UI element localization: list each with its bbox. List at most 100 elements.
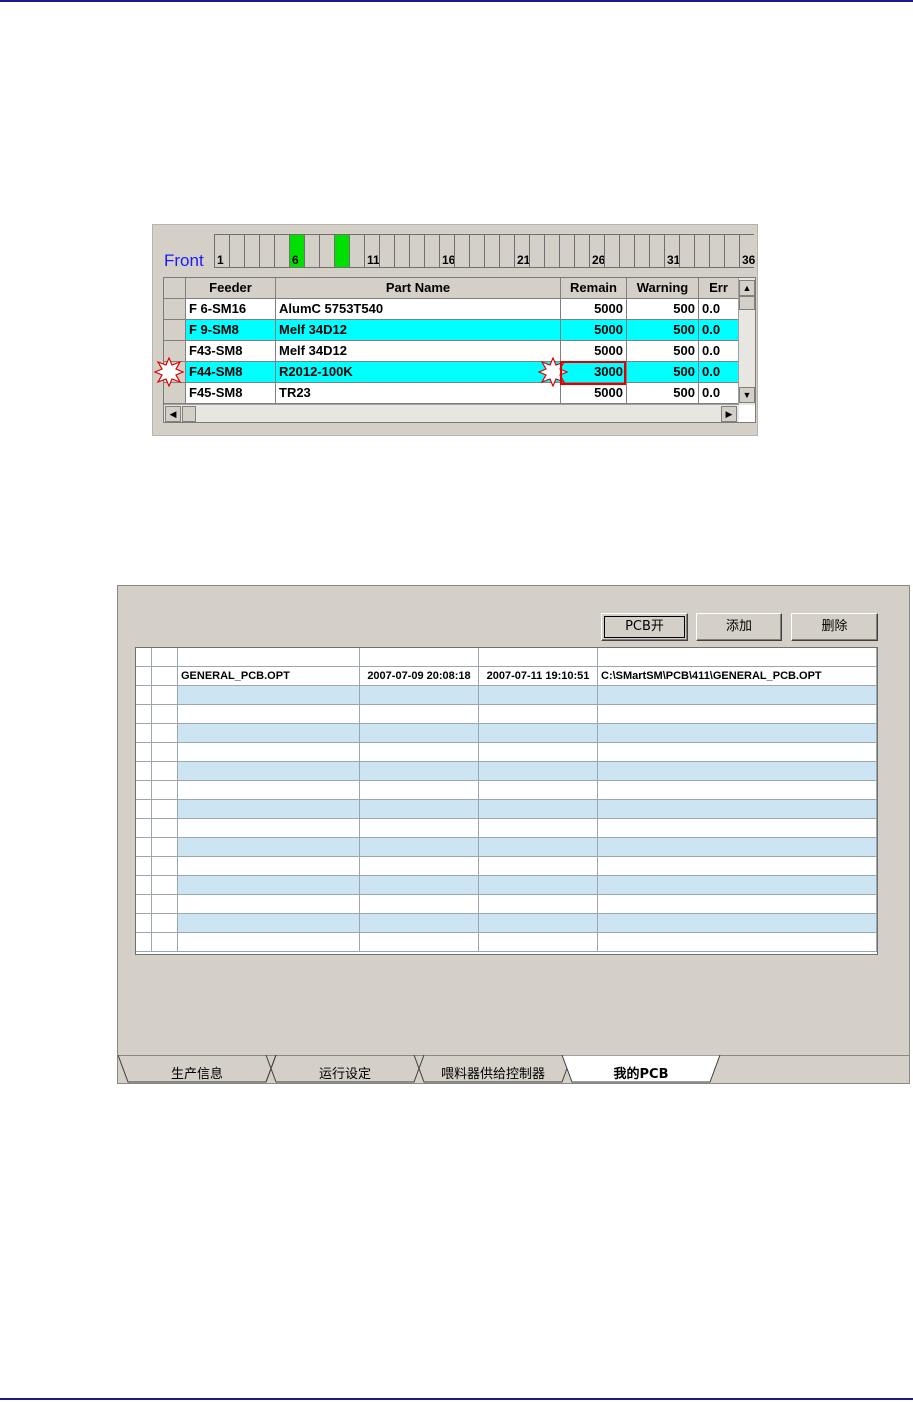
pcb-row[interactable]: 13 [136,895,877,914]
pcb-cell-registered[interactable] [360,857,479,876]
pcb-cell-access[interactable] [479,705,598,724]
pcb-cell-file[interactable] [178,914,360,933]
pcb-cell-file[interactable] [178,686,360,705]
pcb-row-number[interactable]: 10 [152,838,178,857]
pcb-row[interactable]: 15 [136,933,877,952]
feeder-slot-36[interactable]: 36 [739,234,755,268]
col-header-remain[interactable]: Remain [561,278,627,299]
pcb-cell-access[interactable] [479,781,598,800]
feeder-slot-20[interactable] [499,234,514,268]
pcb-row-number[interactable]: 2 [152,686,178,705]
scroll-right-icon[interactable]: ▶ [721,406,737,422]
pcb-cell-access[interactable] [479,743,598,762]
feeder-cell-warning[interactable]: 500 [627,383,699,404]
feeder-row[interactable]: F 9-SM8 Melf 34D12 5000 500 0.0 [164,320,739,341]
pcb-cell-info[interactable] [598,914,877,933]
pcb-cell-file[interactable] [178,724,360,743]
feeder-cell-part[interactable]: AlumC 5753T540 [276,299,561,320]
scroll-left-icon[interactable]: ◀ [165,406,181,422]
pcb-cell-registered[interactable]: 2007-07-09 20:08:18 [360,667,479,686]
pcb-row-number[interactable]: 14 [152,914,178,933]
feeder-cell-feeder[interactable]: F44-SM8 [186,362,276,383]
pcb-cell-file[interactable] [178,743,360,762]
feeder-cell-part[interactable]: TR23 [276,383,561,404]
feeder-slot-25[interactable] [574,234,589,268]
col-header-registered-time[interactable]: Registered Time [360,648,479,667]
pcb-cell-info[interactable] [598,781,877,800]
hscroll-thumb[interactable] [182,406,196,422]
feeder-slot-17[interactable] [454,234,469,268]
feeder-slot-5[interactable] [274,234,289,268]
pcb-cell-access[interactable] [479,724,598,743]
feeder-slot-22[interactable] [529,234,544,268]
feeder-slot-16[interactable]: 16 [439,234,455,268]
feeder-slot-23[interactable] [544,234,559,268]
col-header-part-name[interactable]: Part Name [276,278,561,299]
pcb-cell-file[interactable] [178,933,360,952]
feeder-cell-feeder[interactable]: F45-SM8 [186,383,276,404]
current-row-indicator-icon[interactable]: ▶ [136,667,152,686]
pcb-cell-info[interactable] [598,895,877,914]
feeder-row[interactable]: F43-SM8 Melf 34D12 5000 500 0.0 [164,341,739,362]
feeder-cell-err[interactable]: 0.0 [699,383,739,404]
pcb-row-number[interactable]: 3 [152,705,178,724]
feeder-cell-part[interactable]: Melf 34D12 [276,320,561,341]
feeder-slot-15[interactable] [424,234,439,268]
add-button[interactable]: 添加 [696,613,782,641]
feeder-horizontal-scrollbar[interactable]: ◀ ▶ [164,404,739,422]
pcb-row[interactable]: 5 [136,743,877,762]
pcb-cell-file[interactable] [178,838,360,857]
pcb-cell-info[interactable] [598,724,877,743]
pcb-row-number[interactable]: 8 [152,800,178,819]
feeder-slot-4[interactable] [259,234,274,268]
feeder-vertical-scrollbar[interactable]: ▲ ▼ [738,278,755,405]
pcb-cell-access[interactable] [479,819,598,838]
feeder-cell-err[interactable]: 0.0 [699,320,739,341]
row-indicator[interactable] [136,914,152,933]
row-indicator[interactable] [136,819,152,838]
feeder-cell-err[interactable]: 0.0 [699,362,739,383]
feeder-slot-3[interactable] [244,234,259,268]
pcb-row-number[interactable]: 4 [152,724,178,743]
col-header-access-time[interactable]: Access Time [479,648,598,667]
pcb-cell-registered[interactable] [360,933,479,952]
pcb-cell-file[interactable] [178,876,360,895]
pcb-row[interactable]: 7 [136,781,877,800]
pcb-row[interactable]: 4 [136,724,877,743]
col-header-pcb-information[interactable]: PCB Information [598,648,877,667]
feeder-cell-remain[interactable]: 5000 [561,341,627,362]
feeder-cell-warning[interactable]: 500 [627,299,699,320]
row-indicator[interactable] [136,724,152,743]
pcb-cell-access[interactable]: 2007-07-11 19:10:51 [479,667,598,686]
row-indicator[interactable] [136,876,152,895]
pcb-row-number[interactable]: 13 [152,895,178,914]
pcb-row[interactable]: 10 [136,838,877,857]
feeder-slot-28[interactable] [619,234,634,268]
pcb-cell-info[interactable] [598,857,877,876]
pcb-cell-access[interactable] [479,876,598,895]
pcb-cell-access[interactable] [479,914,598,933]
feeder-cell-remain[interactable]: 5000 [561,320,627,341]
feeder-row[interactable]: F 6-SM16 AlumC 5753T540 5000 500 0.0 [164,299,739,320]
pcb-cell-access[interactable] [479,895,598,914]
feeder-cell-feeder[interactable]: F43-SM8 [186,341,276,362]
pcb-row-number[interactable]: 12 [152,876,178,895]
feeder-slot-34[interactable] [709,234,724,268]
pcb-cell-info[interactable] [598,800,877,819]
feeder-slot-14[interactable] [409,234,424,268]
pcb-cell-file[interactable] [178,819,360,838]
delete-button[interactable]: 删除 [791,613,878,641]
pcb-cell-access[interactable] [479,800,598,819]
feeder-row[interactable]: F45-SM8 TR23 5000 500 0.0 [164,383,739,404]
scroll-thumb[interactable] [739,296,755,310]
row-selector[interactable] [164,320,186,341]
row-indicator[interactable] [136,933,152,952]
pcb-row[interactable]: 14 [136,914,877,933]
feeder-cell-err[interactable]: 0.0 [699,341,739,362]
pcb-cell-access[interactable] [479,933,598,952]
feeder-cell-warning[interactable]: 500 [627,341,699,362]
pcb-row-number[interactable]: 11 [152,857,178,876]
pcb-cell-info[interactable] [598,686,877,705]
feeder-slot-19[interactable] [484,234,499,268]
feeder-slot-18[interactable] [469,234,484,268]
